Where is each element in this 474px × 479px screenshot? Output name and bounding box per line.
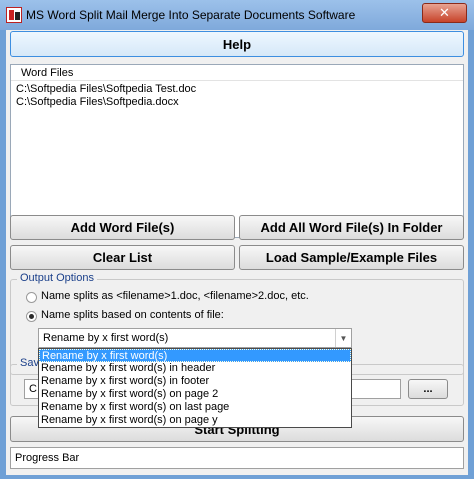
- word-files-list[interactable]: Word Files C:\Softpedia Files\Softpedia …: [10, 64, 464, 238]
- word-files-header: Word Files: [11, 65, 463, 81]
- browse-button[interactable]: ...: [408, 379, 448, 399]
- add-word-files-button[interactable]: Add Word File(s): [10, 215, 235, 240]
- clear-list-button[interactable]: Clear List: [10, 245, 235, 270]
- radio-numbered-names[interactable]: [26, 292, 37, 303]
- window-title: MS Word Split Mail Merge Into Separate D…: [26, 8, 356, 22]
- dropdown-option[interactable]: Rename by x first word(s) on page y: [39, 414, 351, 427]
- dropdown-option[interactable]: Rename by x first word(s) in header: [39, 362, 351, 375]
- progress-bar: Progress Bar: [10, 447, 464, 469]
- close-button[interactable]: ✕: [422, 3, 467, 23]
- word-files-header-label: Word Files: [21, 67, 74, 79]
- radio-content-names-label: Name splits based on contents of file:: [41, 309, 224, 321]
- dropdown-option[interactable]: Rename by x first word(s) on page 2: [39, 388, 351, 401]
- radio-content-names[interactable]: [26, 311, 37, 322]
- progress-label: Progress Bar: [15, 452, 80, 464]
- help-button[interactable]: Help: [10, 31, 464, 57]
- list-item[interactable]: C:\Softpedia Files\Softpedia Test.doc: [16, 83, 196, 95]
- radio-numbered-names-label: Name splits as <filename>1.doc, <filenam…: [41, 290, 309, 302]
- title-bar: MS Word Split Mail Merge Into Separate D…: [0, 0, 474, 30]
- app-icon: [6, 7, 22, 23]
- rename-mode-select[interactable]: Rename by x first word(s) ▼: [38, 328, 352, 348]
- add-folder-button[interactable]: Add All Word File(s) In Folder: [239, 215, 464, 240]
- load-sample-button[interactable]: Load Sample/Example Files: [239, 245, 464, 270]
- main-panel: Help Word Files C:\Softpedia Files\Softp…: [6, 30, 468, 475]
- dropdown-option[interactable]: Rename by x first word(s) in footer: [39, 375, 351, 388]
- dropdown-option[interactable]: Rename by x first word(s) on last page: [39, 401, 351, 414]
- output-options-title: Output Options: [17, 272, 97, 284]
- dropdown-option[interactable]: Rename by x first word(s): [39, 349, 351, 362]
- close-icon: ✕: [439, 5, 450, 20]
- list-item[interactable]: C:\Softpedia Files\Softpedia.docx: [16, 96, 179, 108]
- app-window: MS Word Split Mail Merge Into Separate D…: [0, 0, 474, 479]
- rename-mode-dropdown[interactable]: Rename by x first word(s) Rename by x fi…: [38, 348, 352, 428]
- chevron-down-icon[interactable]: ▼: [335, 329, 351, 347]
- rename-mode-value: Rename by x first word(s): [43, 332, 169, 344]
